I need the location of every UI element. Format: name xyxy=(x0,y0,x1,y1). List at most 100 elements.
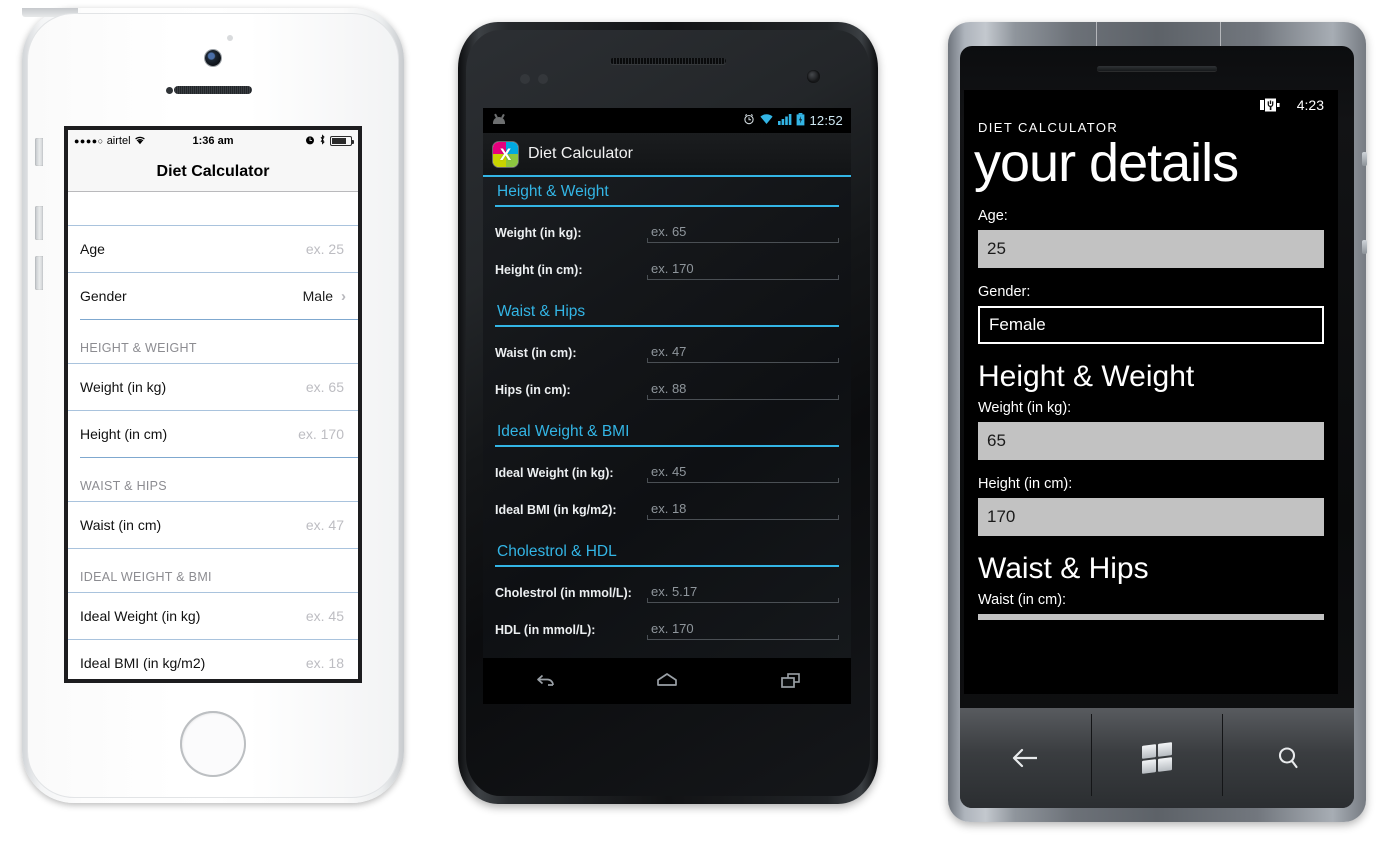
windows-phone-device: 4:23 DIET CALCULATOR your details Age: 25… xyxy=(948,22,1367,822)
list-row-label: Ideal BMI (in kg/m2) xyxy=(80,655,206,671)
field-input[interactable]: ex. 88 xyxy=(647,380,839,400)
alarm-icon xyxy=(743,113,755,128)
field-input[interactable]: ex. 47 xyxy=(647,343,839,363)
list-item[interactable]: Waist (in cm) ex. 47 xyxy=(68,502,358,549)
form-field[interactable]: HDL (in mmol/L): ex. 170 xyxy=(495,620,839,640)
list-section-header: HEIGHT & WEIGHT xyxy=(68,320,358,364)
list-row-label: Gender xyxy=(80,288,127,304)
android-navigation-bar xyxy=(483,658,851,704)
back-arrow-icon[interactable] xyxy=(960,708,1091,808)
form-field[interactable]: Hips (in cm): ex. 88 xyxy=(495,380,839,400)
wifi-icon xyxy=(759,113,774,128)
bezel-seam xyxy=(1220,22,1221,48)
device-showcase: ●●●●○ airtel 1:36 am Diet Calculator Age… xyxy=(0,0,1394,842)
field-input[interactable]: ex. 170 xyxy=(647,620,839,640)
field-input[interactable]: ex. 170 xyxy=(647,260,839,280)
field-label: Age: xyxy=(978,207,1008,224)
list-section-header: WAIST & HIPS xyxy=(68,458,358,502)
iphone-mute-switch[interactable] xyxy=(35,138,43,166)
form-section-title: Waist & Hips xyxy=(978,551,1149,585)
field-input[interactable]: ex. 65 xyxy=(647,223,839,243)
field-label: Hips (in cm): xyxy=(495,383,571,397)
back-icon[interactable] xyxy=(516,664,572,698)
field-input[interactable]: ex. 18 xyxy=(647,500,839,520)
field-label: Weight (in kg): xyxy=(978,399,1072,416)
wp-navigation-bar xyxy=(960,708,1354,808)
field-input[interactable]: 170 xyxy=(978,497,1324,536)
list-row-placeholder: ex. 65 xyxy=(305,379,344,395)
proximity-sensor xyxy=(166,87,173,94)
form-field[interactable]: Waist (in cm): ex. 47 xyxy=(495,343,839,363)
bezel-seam xyxy=(1096,22,1097,48)
list-row-placeholder: ex. 170 xyxy=(298,426,344,442)
volume-button[interactable] xyxy=(1362,152,1367,166)
clock-label: 12:52 xyxy=(809,113,843,128)
form-section-title: Waist & Hips xyxy=(497,303,586,320)
app-logo-glyph: X xyxy=(499,144,512,164)
list-row-value: Male xyxy=(302,288,333,304)
list-row-label: Weight (in kg) xyxy=(80,379,167,395)
field-input[interactable]: 65 xyxy=(978,421,1324,460)
field-input[interactable]: ex. 5.17 xyxy=(647,583,839,603)
carrier-label: airtel xyxy=(106,135,131,147)
signal-strength-icon: ●●●●○ xyxy=(74,136,104,146)
field-input[interactable] xyxy=(978,613,1324,620)
field-label: HDL (in mmol/L): xyxy=(495,623,596,637)
ios-status-bar: ●●●●○ airtel 1:36 am xyxy=(68,130,358,152)
app-title: Diet Calculator xyxy=(528,145,633,162)
list-item[interactable]: Ideal Weight (in kg) ex. 45 xyxy=(68,593,358,640)
field-label: Ideal Weight (in kg): xyxy=(495,466,614,480)
iphone-volume-down-button[interactable] xyxy=(35,256,43,290)
earpiece-speaker xyxy=(1097,66,1217,71)
battery-charging-icon xyxy=(1259,98,1283,112)
android-form-body[interactable]: Height & Weight Weight (in kg): ex. 65 Heig… xyxy=(483,177,851,658)
android-robot-icon xyxy=(491,113,507,126)
form-section-title: Cholestrol & HDL xyxy=(497,543,617,560)
clock-label: 1:36 am xyxy=(192,135,234,147)
android-screen: 12:52 X Diet Calculator Height & Weight W… xyxy=(483,108,851,704)
field-label: Cholestrol (in mmol/L): xyxy=(495,586,632,600)
signal-bars-icon xyxy=(778,113,792,128)
home-icon[interactable] xyxy=(639,664,695,698)
field-input[interactable]: Female xyxy=(978,305,1324,344)
form-field[interactable]: Ideal BMI (in kg/m2): ex. 18 xyxy=(495,500,839,520)
list-section-header: IDEAL WEIGHT & BMI xyxy=(68,549,358,593)
section-underline xyxy=(495,565,839,567)
power-button[interactable] xyxy=(1362,240,1367,254)
field-label: Waist (in cm): xyxy=(978,591,1067,608)
ambient-light-sensor xyxy=(227,35,233,41)
list-item[interactable]: Height (in cm) ex. 170 xyxy=(80,411,358,458)
list-item[interactable]: Gender Male › xyxy=(80,273,358,320)
wifi-icon xyxy=(134,135,146,148)
field-label: Ideal BMI (in kg/m2): xyxy=(495,503,617,517)
list-item[interactable]: Age ex. 25 xyxy=(68,226,358,273)
list-item[interactable]: Weight (in kg) ex. 65 xyxy=(68,364,358,411)
list-row-label: Ideal Weight (in kg) xyxy=(80,608,201,624)
iphone-volume-up-button[interactable] xyxy=(35,206,43,240)
list-row-placeholder: ex. 47 xyxy=(305,517,344,533)
windows-logo-icon[interactable] xyxy=(1092,708,1223,808)
field-label: Gender: xyxy=(978,283,1031,300)
search-icon[interactable] xyxy=(1223,708,1354,808)
app-logo-x-icon: X xyxy=(493,141,518,167)
field-input[interactable]: 25 xyxy=(978,229,1324,268)
iphone-device: ●●●●○ airtel 1:36 am Diet Calculator Age… xyxy=(22,8,404,803)
field-label: Height (in cm): xyxy=(495,263,583,277)
earpiece-speaker xyxy=(174,86,252,94)
iphone-home-button[interactable] xyxy=(180,711,246,777)
form-field[interactable]: Cholestrol (in mmol/L): ex. 5.17 xyxy=(495,583,839,603)
recent-apps-icon[interactable] xyxy=(762,664,818,698)
form-field[interactable]: Height (in cm): ex. 170 xyxy=(495,260,839,280)
iphone-screen: ●●●●○ airtel 1:36 am Diet Calculator Age… xyxy=(64,126,362,683)
android-action-bar: X Diet Calculator xyxy=(483,133,851,177)
clock-label: 4:23 xyxy=(1296,97,1324,113)
front-camera-icon xyxy=(807,70,820,83)
form-field[interactable]: Ideal Weight (in kg): ex. 45 xyxy=(495,463,839,483)
field-input[interactable]: ex. 45 xyxy=(647,463,839,483)
ios-settings-list[interactable]: Age ex. 25 Gender Male › HEIGHT & WEIGHT Weigh… xyxy=(68,192,358,679)
list-item[interactable]: Ideal BMI (in kg/m2) ex. 18 xyxy=(80,640,358,679)
alarm-icon xyxy=(305,135,315,148)
ambient-light-sensor xyxy=(538,74,548,84)
form-field[interactable]: Weight (in kg): ex. 65 xyxy=(495,223,839,243)
wp-form-body[interactable]: Age: 25 Gender: Female Height & Weight Weight… xyxy=(978,208,1324,620)
